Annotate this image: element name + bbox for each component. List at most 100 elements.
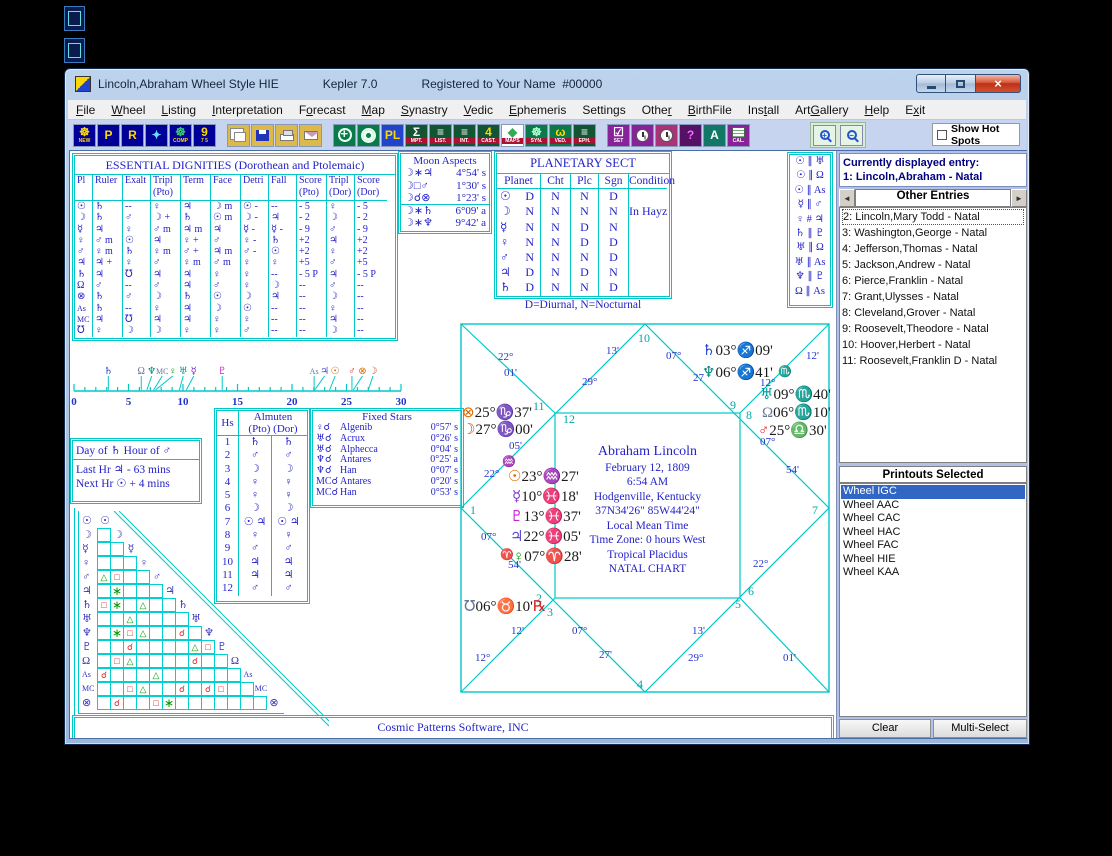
dignities-cell: -- <box>269 201 297 213</box>
entries-scroll-right-button[interactable]: ► <box>1011 189 1027 207</box>
house-number-5: 5 <box>735 597 741 611</box>
parallel-row: ♅ ∥ As <box>794 256 826 268</box>
menu-interpretation[interactable]: Interpretation <box>204 101 291 119</box>
relocate-chart-icon[interactable]: ✦ <box>145 123 168 147</box>
time-now-icon[interactable] <box>631 123 654 147</box>
dignities-cell: +2 <box>357 234 368 246</box>
maximize-button[interactable] <box>946 74 976 93</box>
title-bar[interactable]: Lincoln,Abraham Wheel Style HIE Kepler 7… <box>65 69 1029 99</box>
entries-scroll-left-button[interactable]: ◄ <box>839 189 855 207</box>
printout-item[interactable]: Wheel HAC <box>841 526 1025 540</box>
menu-settings[interactable]: Settings <box>574 101 633 119</box>
menu-other[interactable]: Other <box>634 101 680 119</box>
zoom-in-button[interactable]: + <box>813 124 836 146</box>
email-icon[interactable] <box>299 123 322 147</box>
menu-wheel[interactable]: Wheel <box>103 101 153 119</box>
aspect-grid-cell <box>136 696 150 710</box>
zoom-out-button[interactable]: − <box>840 124 863 146</box>
menu-birthfile[interactable]: BirthFile <box>680 101 740 119</box>
menu-ephemeris[interactable]: Ephemeris <box>501 101 574 119</box>
other-entries-bar: ◄ Other Entries ► <box>839 189 1027 207</box>
entry-item[interactable]: 7: Grant,Ulysses - Natal <box>842 289 1024 305</box>
entry-item[interactable]: 10: Hoover,Herbert - Natal <box>842 337 1024 353</box>
entry-item[interactable]: 6: Pierce,Franklin - Natal <box>842 273 1024 289</box>
show-hot-spots-toggle[interactable]: Show Hot Spots <box>932 123 1020 147</box>
entries-list[interactable]: 2: Lincoln,Mary Todd - Natal 3: Washingto… <box>839 207 1027 463</box>
cast-chart-icon[interactable]: 4 CAST. <box>477 123 500 147</box>
list-icon[interactable]: ≡ LIST. <box>429 123 452 147</box>
entry-item[interactable]: 4: Jefferson,Thomas - Natal <box>842 241 1024 257</box>
menu-artgallery[interactable]: ArtGallery <box>787 101 856 119</box>
menu-synastry[interactable]: Synastry <box>393 101 456 119</box>
menu-file[interactable]: File <box>68 101 103 119</box>
entry-item[interactable]: 9: Roosevelt,Theodore - Natal <box>842 321 1024 337</box>
current-entry-label: Currently displayed entry: <box>843 157 980 169</box>
printout-item[interactable]: Wheel HIE <box>841 553 1025 567</box>
menu-map[interactable]: Map <box>354 101 393 119</box>
aspect-grid-planet: ♆ <box>204 627 214 639</box>
multi-select-button[interactable]: Multi-Select <box>933 719 1027 738</box>
dignities-cell: ♂ m <box>151 223 181 235</box>
progressed-chart-icon[interactable]: P <box>97 123 120 147</box>
minimize-button[interactable] <box>916 74 946 93</box>
printout-item[interactable]: Wheel FAC <box>841 539 1025 553</box>
menu-exit[interactable]: Exit <box>897 101 933 119</box>
dignities-cell: -- <box>357 325 364 337</box>
settings-icon[interactable]: ☑ SET <box>607 123 630 147</box>
dignities-cell: ♃ <box>269 291 297 303</box>
printout-item[interactable]: Wheel CAC <box>841 512 1025 526</box>
composite-chart-icon[interactable]: ☸ COMP <box>169 123 192 147</box>
interpretation-icon[interactable]: ≡ INT. <box>453 123 476 147</box>
dignities-col-header: Detri <box>241 175 269 201</box>
menu-help[interactable]: Help <box>857 101 898 119</box>
hot-spots-checkbox[interactable] <box>937 129 947 140</box>
printouts-list[interactable]: Wheel IGC Wheel AAC Wheel CAC Wheel HAC Whee… <box>839 483 1027 717</box>
maps-icon[interactable]: ◆ MAPS <box>501 123 524 147</box>
menu-forecast[interactable]: Forecast <box>291 101 354 119</box>
synastry-icon[interactable]: ☸ SYN. <box>525 123 548 147</box>
help-icon[interactable]: ? <box>679 123 702 147</box>
calendar-icon[interactable]: CAL. <box>727 123 750 147</box>
entry-item[interactable]: 3: Washington,George - Natal <box>842 225 1024 241</box>
midpoint-icon[interactable]: Σ MPT. <box>405 123 428 147</box>
time-adjust-icon[interactable] <box>655 123 678 147</box>
art-gallery-icon[interactable]: A <box>703 123 726 147</box>
entry-item[interactable]: 5: Jackson,Andrew - Natal <box>842 257 1024 273</box>
biwheel-chart-icon[interactable] <box>357 123 380 147</box>
vedic-icon[interactable]: ω VED. <box>549 123 572 147</box>
dignities-cell: ♄ <box>75 268 93 281</box>
harmonic-chart-icon[interactable]: 97 5 <box>193 123 216 147</box>
return-chart-icon[interactable]: R <box>121 123 144 147</box>
wheel-chart-icon[interactable] <box>333 123 356 147</box>
copy-window-icon[interactable] <box>227 123 250 147</box>
menu-vedic[interactable]: Vedic <box>456 101 501 119</box>
desktop-icon[interactable] <box>64 6 85 31</box>
menu-listing[interactable]: Listing <box>153 101 204 119</box>
entry-item[interactable]: 2: Lincoln,Mary Todd - Natal <box>842 209 1024 225</box>
menu-install[interactable]: Install <box>740 101 787 119</box>
entry-item[interactable]: 11: Roosevelt,Franklin D - Natal <box>842 353 1024 369</box>
printout-item[interactable]: Wheel IGC <box>841 485 1025 499</box>
svg-text:Ω: Ω <box>138 366 145 377</box>
dignities-cell: ♀ - <box>241 234 269 247</box>
wheel-planet-position: ♇13°♓37' <box>510 509 581 525</box>
svg-text:♄: ♄ <box>104 366 113 377</box>
printout-item[interactable]: Wheel AAC <box>841 499 1025 513</box>
moon-aspect-row: ☽∗♄ 6°09' a <box>404 204 486 217</box>
dignities-cell: ♃ <box>269 212 297 224</box>
aspect-grid-cell <box>201 668 215 682</box>
save-icon[interactable] <box>251 123 274 147</box>
page-layout-icon[interactable]: PL <box>381 123 404 147</box>
print-icon[interactable] <box>275 123 298 147</box>
desktop-icon[interactable] <box>64 38 85 63</box>
clear-button[interactable]: Clear <box>839 719 931 738</box>
natal-chart-wheel[interactable]: Abraham Lincoln February 12, 1809 6:54 AM H… <box>460 323 831 693</box>
close-button[interactable]: × <box>976 74 1021 93</box>
new-chart-icon[interactable]: ☸ NEW <box>73 123 96 147</box>
svg-text:30: 30 <box>396 396 408 408</box>
aspect-grid-cell: ☌ <box>201 682 215 696</box>
printout-item[interactable]: Wheel KAA <box>841 566 1025 580</box>
entry-item[interactable]: 8: Cleveland,Grover - Natal <box>842 305 1024 321</box>
ephemeris-icon[interactable]: ≡ EPH. <box>573 123 596 147</box>
dignities-cell: -- <box>297 325 327 337</box>
